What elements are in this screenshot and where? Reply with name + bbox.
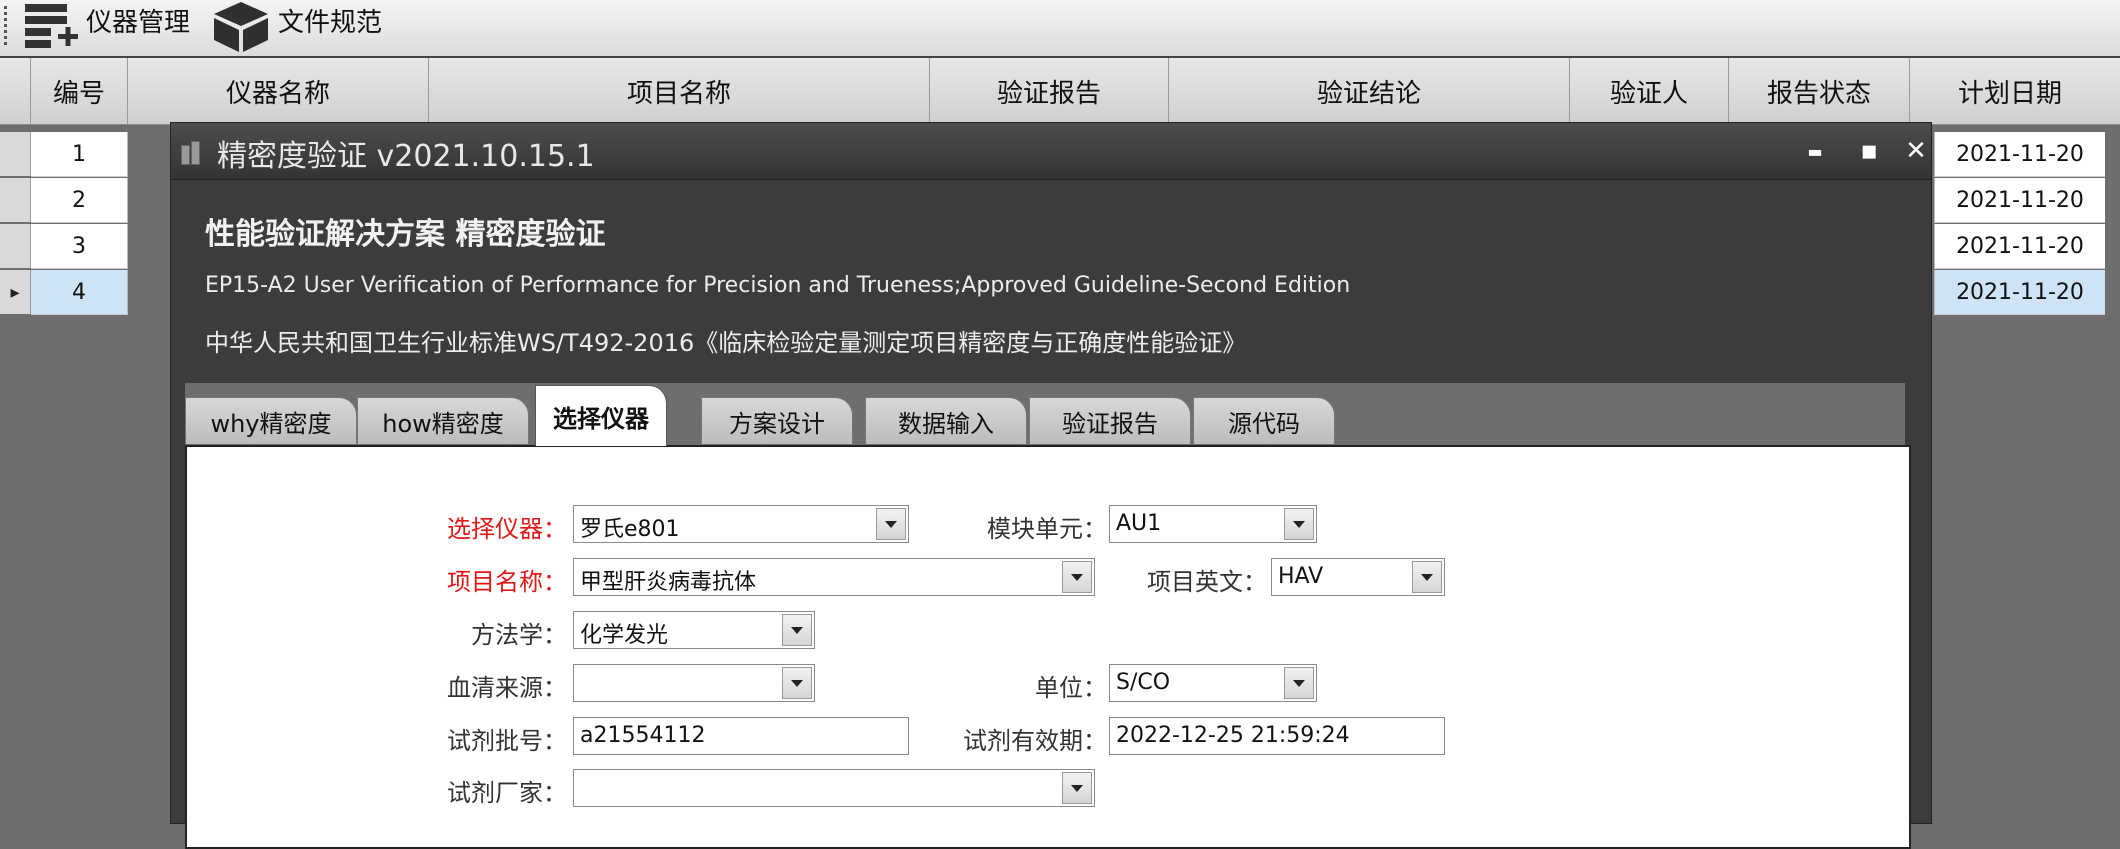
method-label: 方法学： (471, 621, 567, 649)
col-header-verifier[interactable]: 验证人 (1570, 58, 1729, 124)
chevron-down-icon[interactable] (1284, 667, 1314, 699)
col-header-report[interactable]: 验证报告 (930, 58, 1169, 124)
row-number: 4 (31, 270, 128, 315)
chevron-down-icon[interactable] (782, 667, 812, 699)
row-plan-date: 2021-11-20 (1934, 178, 2105, 223)
unit-label: 单位： (1035, 674, 1107, 702)
tab-verification-report[interactable]: 验证报告 (1029, 397, 1191, 444)
minimize-icon: ▬ (1807, 141, 1823, 161)
precision-verification-dialog: 精密度验证 v2021.10.15.1 ▬ ▪ ✕ 性能验证解决方案 精密度验证… (170, 122, 1932, 849)
col-header-conclusion[interactable]: 验证结论 (1169, 58, 1570, 124)
minimize-button[interactable]: ▬ (1795, 135, 1835, 167)
item-en-label: 项目英文： (1147, 568, 1267, 596)
chevron-down-icon[interactable] (1284, 508, 1314, 540)
module-select[interactable]: AU1 (1109, 505, 1317, 543)
reagent-lot-label: 试剂批号： (447, 727, 567, 755)
row-number: 2 (31, 178, 128, 223)
tab-data-input[interactable]: 数据输入 (865, 397, 1027, 444)
unit-select[interactable]: S/CO (1109, 664, 1317, 702)
dialog-title-bar[interactable]: 精密度验证 v2021.10.15.1 ▬ ▪ ✕ (171, 123, 1931, 180)
row-plan-date: 2021-11-20 (1934, 224, 2105, 269)
chevron-down-icon[interactable] (1062, 772, 1092, 804)
item-name-label: 项目名称： (447, 568, 567, 596)
col-header-instrument[interactable]: 仪器名称 (128, 58, 429, 124)
cube-icon (214, 2, 268, 52)
tab-how-precision[interactable]: how精密度 (357, 397, 529, 444)
guideline-cn: 中华人民共和国卫生行业标准WS/T492-2016《临床检验定量测定项目精密度与… (205, 329, 1247, 357)
instrument-value: 罗氏e801 (580, 517, 680, 542)
main-toolbar: 仪器管理 文件规范 (0, 0, 2120, 58)
table-add-icon (25, 4, 78, 48)
app-icon (181, 141, 203, 165)
module-label: 模块单元： (987, 515, 1107, 543)
reagent-lot-input[interactable]: a21554112 (573, 717, 909, 755)
toolbar-grip[interactable] (4, 6, 7, 46)
dialog-title: 精密度验证 v2021.10.15.1 (217, 139, 595, 174)
select-instrument-panel: 选择仪器： 罗氏e801 模块单元： AU1 项目名称： 甲型肝炎病毒抗体 项目… (185, 445, 1911, 849)
reagent-expiry-input[interactable]: 2022-12-25 21:59:24 (1109, 717, 1445, 755)
reagent-expiry-label: 试剂有效期： (963, 727, 1107, 755)
file-spec-label: 文件规范 (278, 8, 383, 38)
reagent-maker-label: 试剂厂家： (447, 779, 567, 807)
col-header-status[interactable]: 报告状态 (1729, 58, 1910, 124)
tab-why-precision[interactable]: why精密度 (185, 397, 357, 444)
row-number: 1 (31, 132, 128, 177)
close-button[interactable]: ✕ (1901, 135, 1931, 167)
row-selector[interactable] (0, 224, 31, 268)
tab-source-code[interactable]: 源代码 (1193, 397, 1335, 444)
item-name-select[interactable]: 甲型肝炎病毒抗体 (573, 558, 1095, 596)
tab-strip: why精密度 how精密度 选择仪器 方案设计 数据输入 验证报告 源代码 (185, 383, 1905, 446)
tab-select-instrument[interactable]: 选择仪器 (535, 385, 667, 446)
file-spec-button[interactable]: 文件规范 (210, 0, 382, 52)
grid-header: 编号 仪器名称 项目名称 验证报告 验证结论 验证人 报告状态 计划日期 (0, 58, 2120, 125)
method-select[interactable]: 化学发光 (573, 611, 815, 649)
chevron-down-icon[interactable] (1062, 561, 1092, 593)
col-header-item[interactable]: 项目名称 (429, 58, 930, 124)
reagent-expiry-value: 2022-12-25 21:59:24 (1116, 723, 1350, 748)
item-name-value: 甲型肝炎病毒抗体 (580, 570, 757, 595)
chevron-down-icon[interactable] (1412, 561, 1442, 593)
unit-value: S/CO (1116, 670, 1171, 695)
chevron-down-icon[interactable] (876, 508, 906, 540)
col-header-plan-date[interactable]: 计划日期 (1910, 58, 2110, 124)
serum-source-select[interactable] (573, 664, 815, 702)
maximize-icon: ▪ (1860, 136, 1878, 166)
reagent-maker-select[interactable] (573, 769, 1095, 807)
row-number: 3 (31, 224, 128, 269)
item-en-select[interactable]: HAV (1271, 558, 1445, 596)
grid-corner (0, 58, 31, 124)
close-icon: ✕ (1905, 136, 1927, 166)
chevron-down-icon[interactable] (782, 614, 812, 646)
row-plan-date: 2021-11-20 (1934, 270, 2105, 315)
item-en-value: HAV (1278, 564, 1324, 589)
reagent-lot-value: a21554112 (580, 723, 706, 748)
serum-source-label: 血清来源： (447, 674, 567, 702)
guideline-en: EP15-A2 User Verification of Performance… (205, 273, 1351, 298)
method-value: 化学发光 (580, 623, 669, 648)
row-selector[interactable] (0, 178, 31, 222)
row-plan-date: 2021-11-20 (1934, 132, 2105, 177)
solution-title: 性能验证解决方案 精密度验证 (205, 217, 606, 252)
instrument-label: 选择仪器： (447, 515, 567, 543)
instrument-management-label: 仪器管理 (86, 8, 191, 38)
row-selector[interactable] (0, 132, 31, 176)
instrument-select[interactable]: 罗氏e801 (573, 505, 909, 543)
col-header-number[interactable]: 编号 (31, 58, 128, 124)
tab-scheme-design[interactable]: 方案设计 (701, 397, 853, 444)
module-value: AU1 (1116, 511, 1162, 536)
maximize-button[interactable]: ▪ (1849, 135, 1889, 167)
instrument-management-button[interactable]: 仪器管理 (22, 0, 190, 52)
row-selector-current[interactable]: ▸ (0, 270, 31, 314)
